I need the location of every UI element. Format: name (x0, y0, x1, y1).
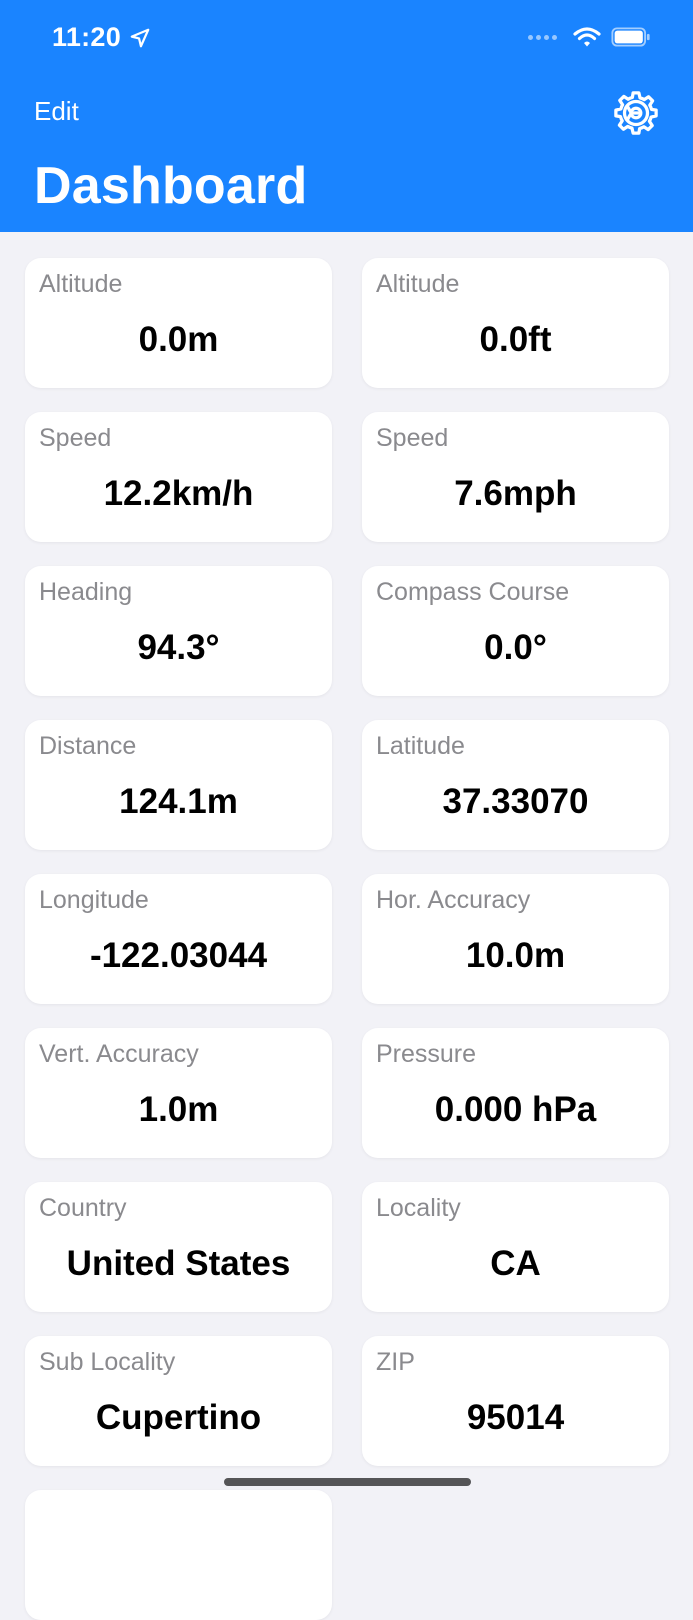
metric-label: Distance (39, 732, 137, 760)
wifi-icon (573, 27, 601, 47)
metric-value: 37.33070 (442, 782, 589, 821)
metric-card-altitude-ft[interactable]: Altitude 0.0ft (362, 258, 669, 388)
metric-value: 124.1m (119, 782, 238, 821)
metric-card-heading[interactable]: Heading 94.3° (25, 566, 332, 696)
metric-value: CA (490, 1244, 541, 1283)
metric-card-altitude-m[interactable]: Altitude 0.0m (25, 258, 332, 388)
metric-label: Speed (376, 424, 449, 452)
metric-value: Cupertino (95, 1398, 262, 1437)
metric-label: Speed (39, 424, 112, 452)
metric-card-locality[interactable]: Locality CA (362, 1182, 669, 1312)
metric-value: 94.3° (137, 628, 220, 667)
metric-value: -122.03044 (89, 936, 268, 975)
metric-label: Country (39, 1194, 127, 1222)
page-title: Dashboard (34, 157, 308, 215)
metric-value: 95014 (466, 1398, 565, 1437)
metric-label: Latitude (376, 732, 465, 760)
metric-card-partial[interactable] (25, 1490, 332, 1620)
metric-label: Vert. Accuracy (39, 1040, 199, 1068)
metrics-grid: Altitude 0.0m Altitude 0.0ft Speed 12.2k… (25, 258, 669, 1620)
cellular-signal-icon (528, 34, 557, 40)
gear-icon[interactable] (613, 90, 659, 136)
metric-card-horizontal-accuracy[interactable]: Hor. Accuracy 10.0m (362, 874, 669, 1004)
metric-value: 10.0m (465, 936, 566, 975)
metric-label: Compass Course (376, 578, 570, 606)
edit-button[interactable]: Edit (34, 96, 79, 127)
metric-value: United States (66, 1244, 291, 1283)
metric-value: 0.000 hPa (434, 1090, 597, 1129)
metric-label: Altitude (376, 270, 460, 298)
metric-card-compass-course[interactable]: Compass Course 0.0° (362, 566, 669, 696)
home-indicator[interactable] (224, 1478, 471, 1486)
metric-card-sub-locality[interactable]: Sub Locality Cupertino (25, 1336, 332, 1466)
metric-label: Pressure (376, 1040, 477, 1068)
metric-card-country[interactable]: Country United States (25, 1182, 332, 1312)
metric-card-speed-kmh[interactable]: Speed 12.2km/h (25, 412, 332, 542)
metric-label: Locality (376, 1194, 461, 1222)
metric-label: ZIP (376, 1348, 415, 1376)
metric-card-speed-mph[interactable]: Speed 7.6mph (362, 412, 669, 542)
metric-label: Heading (39, 578, 133, 606)
metric-card-pressure[interactable]: Pressure 0.000 hPa (362, 1028, 669, 1158)
metric-card-zip[interactable]: ZIP 95014 (362, 1336, 669, 1466)
metric-label: Sub Locality (39, 1348, 176, 1376)
metric-card-vertical-accuracy[interactable]: Vert. Accuracy 1.0m (25, 1028, 332, 1158)
metric-card-longitude[interactable]: Longitude -122.03044 (25, 874, 332, 1004)
metric-label: Altitude (39, 270, 123, 298)
metric-card-distance[interactable]: Distance 124.1m (25, 720, 332, 850)
metric-value: 1.0m (138, 1090, 219, 1129)
time-text: 11:20 (52, 22, 122, 52)
metric-card-latitude[interactable]: Latitude 37.33070 (362, 720, 669, 850)
status-bar-time: 11:20 (52, 22, 151, 53)
metric-value: 0.0ft (479, 320, 552, 359)
status-bar-indicators (528, 26, 651, 48)
metric-value: 0.0° (484, 628, 547, 667)
metric-label: Longitude (39, 886, 149, 914)
metric-value: 12.2km/h (103, 474, 254, 513)
metric-label: Hor. Accuracy (376, 886, 531, 914)
location-arrow-icon (130, 28, 150, 47)
battery-icon (611, 27, 650, 47)
header: 11:20 Edit Dashboard (0, 0, 693, 232)
metric-value: 7.6mph (454, 474, 577, 513)
metric-value: 0.0m (138, 320, 219, 359)
